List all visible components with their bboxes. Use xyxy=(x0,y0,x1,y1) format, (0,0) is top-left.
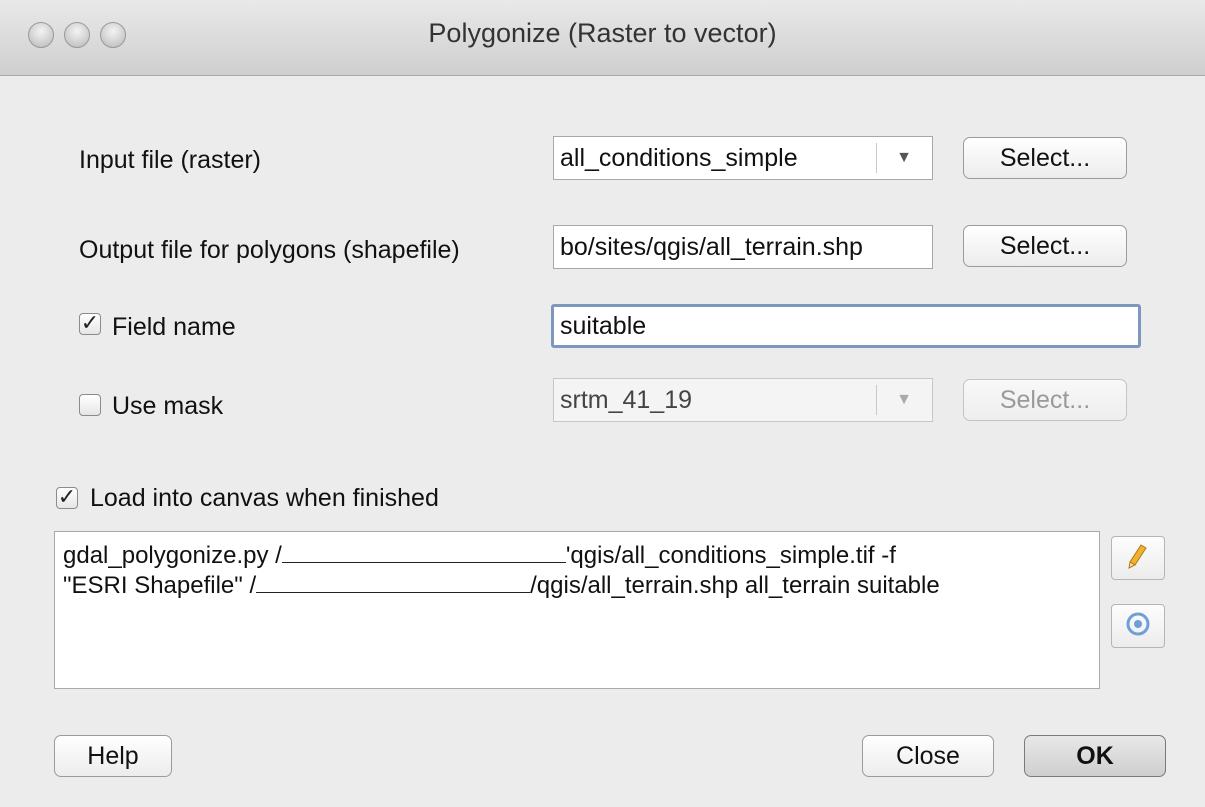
command-line-1: gdal_polygonize.py /'qgis/all_conditions… xyxy=(63,540,896,569)
pencil-icon xyxy=(1127,543,1149,574)
field-name-label: Field name xyxy=(112,313,236,341)
reset-icon xyxy=(1125,611,1151,642)
use-mask-checkbox[interactable] xyxy=(79,394,101,416)
output-polygons-field[interactable]: bo/sites/qgis/all_terrain.shp xyxy=(553,225,933,269)
output-polygons-select-button[interactable]: Select... xyxy=(963,225,1127,267)
reset-command-button[interactable] xyxy=(1111,604,1165,648)
use-mask-value: srtm_41_19 xyxy=(560,386,693,414)
input-raster-label: Input file (raster) xyxy=(79,146,262,174)
command-textarea[interactable]: gdal_polygonize.py /'qgis/all_conditions… xyxy=(54,531,1100,689)
field-name-checkbox[interactable]: ✓ xyxy=(79,312,101,335)
load-canvas-checkbox[interactable]: ✓ xyxy=(56,486,78,509)
title-bar: Polygonize (Raster to vector) xyxy=(0,0,1205,76)
ok-button[interactable]: OK xyxy=(1024,735,1166,777)
chevron-down-icon: ▼ xyxy=(876,379,932,421)
chevron-down-icon[interactable]: ▼ xyxy=(876,137,932,179)
load-canvas-label: Load into canvas when finished xyxy=(90,484,439,512)
command-line-2: "ESRI Shapefile" //qgis/all_terrain.shp … xyxy=(63,570,940,599)
output-polygons-label: Output file for polygons (shapefile) xyxy=(79,236,460,264)
window-title: Polygonize (Raster to vector) xyxy=(428,18,777,48)
close-button[interactable]: Close xyxy=(862,735,994,777)
input-raster-value: all_conditions_simple xyxy=(560,144,798,172)
input-raster-select-button[interactable]: Select... xyxy=(963,137,1127,179)
use-mask-combo: srtm_41_19 ▼ xyxy=(553,378,933,422)
edit-command-button[interactable] xyxy=(1111,536,1165,580)
help-button[interactable]: Help xyxy=(54,735,172,777)
field-name-input[interactable]: suitable xyxy=(551,304,1141,348)
input-raster-combo[interactable]: all_conditions_simple ▼ xyxy=(553,136,933,180)
use-mask-select-button: Select... xyxy=(963,379,1127,421)
redacted-path xyxy=(256,570,531,593)
redacted-path xyxy=(281,540,566,563)
use-mask-label: Use mask xyxy=(112,392,224,420)
